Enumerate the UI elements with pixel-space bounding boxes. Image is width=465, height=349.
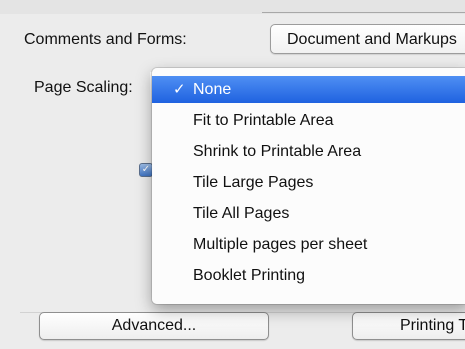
menu-item-label: Tile All Pages (193, 205, 290, 222)
menu-item-label: Tile Large Pages (193, 174, 314, 191)
checkmark-icon: ✓ (141, 164, 151, 175)
menu-item-label: Fit to Printable Area (193, 112, 334, 129)
comments-forms-value: Document and Markups (287, 31, 457, 48)
checkbox[interactable]: ✓ (139, 163, 153, 177)
comments-forms-label: Comments and Forms: (24, 31, 187, 48)
menu-item-label: Shrink to Printable Area (193, 143, 362, 160)
menu-item-multiple-pages-per-sheet[interactable]: Multiple pages per sheet (152, 231, 465, 258)
print-dialog: Comments and Forms: Document and Markups… (0, 0, 465, 349)
menu-item-label: Multiple pages per sheet (193, 236, 368, 253)
menu-item-tile-all-pages[interactable]: Tile All Pages (152, 200, 465, 227)
menu-item-shrink-to-printable-area[interactable]: Shrink to Printable Area (152, 138, 465, 165)
page-scaling-menu: ✓ None Fit to Printable Area Shrink to P… (152, 68, 465, 304)
checkmark-icon: ✓ (173, 81, 186, 98)
advanced-button[interactable]: Advanced... (39, 312, 269, 340)
menu-item-none[interactable]: ✓ None (152, 76, 465, 103)
printing-tips-button[interactable]: Printing Tips (352, 312, 465, 340)
comments-forms-popup[interactable]: Document and Markups (270, 24, 465, 54)
menu-item-label: None (193, 81, 232, 98)
top-divider (262, 12, 465, 13)
menu-item-label: Booklet Printing (193, 267, 306, 284)
menu-item-fit-to-printable-area[interactable]: Fit to Printable Area (152, 107, 465, 134)
page-scaling-label: Page Scaling: (34, 79, 133, 96)
menu-item-booklet-printing[interactable]: Booklet Printing (152, 262, 465, 289)
menu-item-tile-large-pages[interactable]: Tile Large Pages (152, 169, 465, 196)
